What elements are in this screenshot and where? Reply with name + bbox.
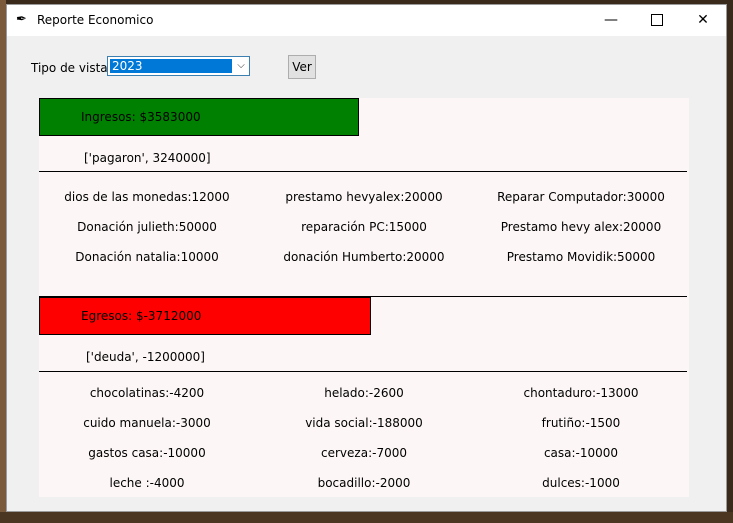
- maximize-icon: [651, 14, 663, 26]
- view-type-select[interactable]: 2023 ⌵: [107, 56, 250, 76]
- chevron-down-icon[interactable]: ⌵: [234, 58, 248, 74]
- expense-item: bocadillo:-2000: [317, 476, 411, 490]
- feather-icon: ✒: [16, 12, 27, 27]
- income-item: Prestamo Movidik:50000: [506, 250, 656, 264]
- income-label: Ingresos: $3583000: [81, 110, 201, 124]
- expense-item: cerveza:-7000: [321, 446, 407, 460]
- expense-item: cuido manuela:-3000: [83, 416, 211, 430]
- view-type-label: Tipo de vista:: [31, 61, 112, 75]
- desktop-taskbar-edge: [0, 512, 733, 523]
- income-item: Reparar Computador:30000: [497, 190, 665, 204]
- title-bar[interactable]: ✒ Reporte Economico — ✕: [7, 5, 726, 36]
- expenses-divider: [39, 371, 687, 372]
- report-panel: Ingresos: $3583000 ['pagaron', 3240000] …: [39, 98, 689, 497]
- income-summary: ['pagaron', 3240000]: [84, 151, 211, 165]
- expense-item: vida social:-188000: [305, 416, 423, 430]
- maximize-button[interactable]: [634, 5, 680, 36]
- expenses-label: Egresos: $-3712000: [81, 309, 202, 323]
- window-title: Reporte Economico: [37, 13, 154, 27]
- minimize-button[interactable]: —: [588, 5, 634, 36]
- income-item: Donación natalia:10000: [75, 250, 219, 264]
- expense-item: helado:-2600: [324, 386, 404, 400]
- expense-item: dulces:-1000: [542, 476, 620, 490]
- close-button[interactable]: ✕: [680, 5, 726, 36]
- income-item: Prestamo hevy alex:20000: [500, 220, 662, 234]
- expense-item: gastos casa:-10000: [88, 446, 206, 460]
- view-button[interactable]: Ver: [288, 55, 316, 79]
- income-item: prestamo hevyalex:20000: [285, 190, 443, 204]
- income-item: reparación PC:15000: [301, 220, 427, 234]
- app-window: ✒ Reporte Economico — ✕ Tipo de vista: 2…: [6, 4, 727, 512]
- income-item: donación Humberto:20000: [283, 250, 445, 264]
- expenses-summary: ['deuda', -1200000]: [86, 350, 205, 364]
- income-divider: [39, 171, 687, 172]
- income-bar: Ingresos: $3583000: [39, 98, 359, 136]
- income-item: Donación julieth:50000: [77, 220, 217, 234]
- expenses-bar: Egresos: $-3712000: [39, 297, 371, 335]
- expense-item: chocolatinas:-4200: [89, 386, 205, 400]
- expense-item: leche :-4000: [109, 476, 185, 490]
- expense-item: frutiño:-1500: [541, 416, 621, 430]
- income-item: dios de las monedas:12000: [64, 190, 230, 204]
- expense-item: casa:-10000: [543, 446, 619, 460]
- expense-item: chontaduro:-13000: [523, 386, 639, 400]
- view-type-value[interactable]: 2023: [110, 59, 232, 73]
